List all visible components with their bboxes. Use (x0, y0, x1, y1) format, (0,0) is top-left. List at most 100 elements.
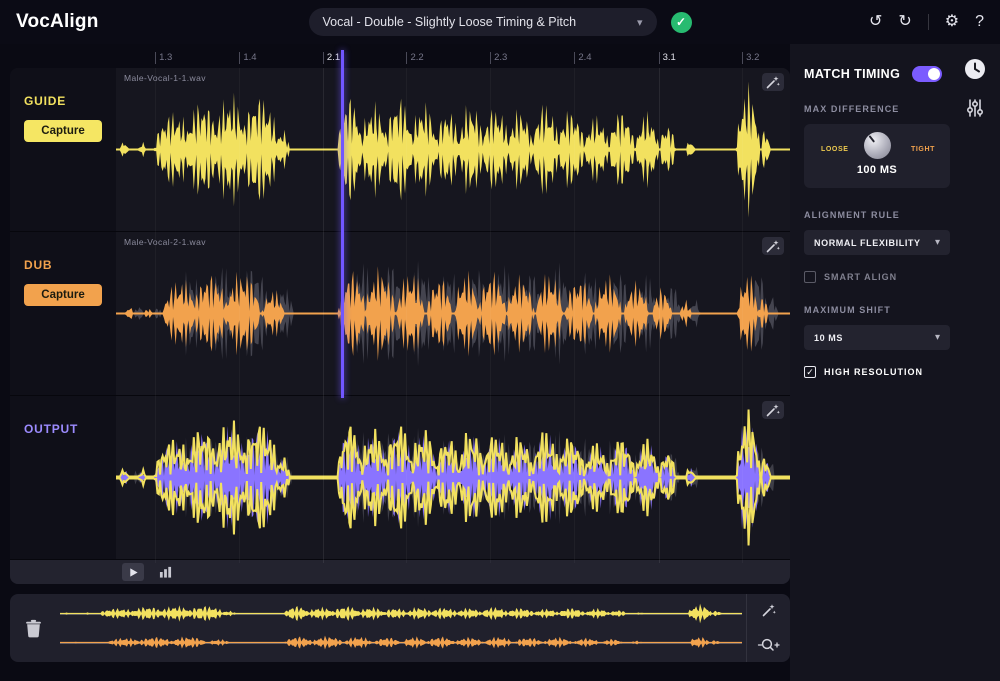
ruler-tick: 1.4 (239, 52, 256, 64)
ruler-tick: 2.3 (490, 52, 507, 64)
smart-align-checkbox[interactable]: SMART ALIGN (804, 271, 986, 283)
sidebar: MATCH TIMING MAX DIFFERENCE LOOSE TIGHT … (790, 44, 1000, 681)
max-difference-knob[interactable] (864, 132, 891, 159)
redo-button[interactable]: ↻ (898, 14, 911, 30)
sidebar-icons (962, 56, 988, 120)
header-actions: ↺ ↻ ⚙ ? (814, 14, 984, 30)
ruler-tick: 2.1 (323, 52, 340, 64)
overview-waveform-dub (60, 630, 742, 655)
play-icon (128, 567, 139, 578)
maximum-shift-select[interactable]: 10 MS ▾ (804, 325, 950, 350)
track-dub-waveform[interactable]: Male-Vocal-2-1.wav (116, 232, 790, 395)
waveform-path (60, 604, 742, 624)
zoom-control[interactable] (755, 635, 783, 655)
checkbox-unchecked (804, 271, 816, 283)
alignment-rule-label: ALIGNMENT RULE (804, 210, 986, 220)
wand-icon (766, 239, 780, 253)
preset-dropdown[interactable]: Vocal - Double - Slightly Loose Timing &… (309, 8, 657, 36)
track-dub: DUB Capture Male-Vocal-2-1.wav (10, 232, 790, 396)
transport-bar (10, 560, 790, 584)
alignment-rule-select[interactable]: NORMAL FLEXIBILITY ▾ (804, 230, 950, 255)
help-button[interactable]: ? (975, 14, 984, 30)
waveform-guide (116, 68, 790, 231)
align-button[interactable] (760, 601, 778, 619)
toggle-knob (928, 68, 940, 80)
editor-area: 1.3 1.4 2.1 2.2 2.3 2.4 3.1 3.2 GUIDE Capture M… (0, 44, 790, 681)
header: VocAlign Vocal - Double - Slightly Loose… (0, 0, 1000, 44)
match-timing-row: MATCH TIMING (804, 66, 986, 82)
match-timing-toggle[interactable] (912, 66, 942, 82)
energy-profile-button[interactable] (762, 73, 784, 91)
tight-label: TIGHT (911, 146, 935, 153)
sliders-icon (966, 98, 984, 118)
waveform-path (116, 266, 790, 361)
waveform-path (116, 426, 790, 529)
play-button[interactable] (122, 563, 144, 581)
checkbox-checked: ✓ (804, 366, 816, 378)
wand-icon (766, 403, 780, 417)
timeline-ruler: 1.3 1.4 2.1 2.2 2.3 2.4 3.1 3.2 (116, 50, 790, 68)
preset-label: Vocal - Double - Slightly Loose Timing &… (323, 15, 577, 29)
status-ok-icon: ✓ (671, 12, 692, 33)
waveform-output (116, 396, 790, 559)
history-button[interactable] (962, 56, 988, 82)
waveform-path (60, 636, 742, 650)
max-difference-panel: LOOSE TIGHT 100 MS (804, 124, 950, 188)
energy-profile-button[interactable] (762, 401, 784, 419)
capture-button-dub[interactable]: Capture (24, 284, 102, 306)
overview-panel (10, 594, 790, 662)
ruler-tick: 2.4 (574, 52, 591, 64)
track-output: OUTPUT (10, 396, 790, 560)
track-name: GUIDE (24, 94, 66, 108)
alignment-rule-value: NORMAL FLEXIBILITY (814, 238, 921, 248)
overview-guide-row (60, 601, 742, 626)
advanced-settings-button[interactable] (964, 96, 986, 120)
app-logo: VocAlign (16, 11, 186, 33)
max-difference-value: 100 MS (857, 164, 897, 176)
loose-label: LOOSE (821, 146, 849, 153)
undo-button[interactable]: ↺ (869, 14, 882, 30)
ruler-tick: 3.2 (742, 52, 759, 64)
header-center: Vocal - Double - Slightly Loose Timing &… (186, 8, 814, 36)
match-timing-label: MATCH TIMING (804, 67, 900, 81)
chevron-down-icon: ▾ (637, 16, 643, 29)
clock-icon (964, 58, 986, 80)
content: 1.3 1.4 2.1 2.2 2.3 2.4 3.1 3.2 GUIDE Capture M… (0, 44, 1000, 681)
track-guide-waveform[interactable]: Male-Vocal-1-1.wav (116, 68, 790, 231)
chevron-down-icon: ▾ (935, 237, 940, 248)
tracks-panel: GUIDE Capture Male-Vocal-1-1.wav DUB (10, 68, 790, 584)
waveform-path (116, 82, 790, 218)
settings-button[interactable]: ⚙ (945, 14, 959, 30)
maximum-shift-label: MAXIMUM SHIFT (804, 305, 986, 315)
max-difference-label: MAX DIFFERENCE (804, 104, 986, 114)
ruler-tick: 3.1 (659, 52, 676, 64)
trash-icon (25, 619, 42, 638)
clear-audio-button[interactable] (23, 617, 44, 640)
track-filename: Male-Vocal-2-1.wav (124, 237, 206, 247)
wand-icon (762, 603, 776, 617)
ruler-tick: 1.3 (155, 52, 172, 64)
maximum-shift-value: 10 MS (814, 333, 843, 343)
track-name: OUTPUT (24, 422, 78, 436)
high-resolution-label: HIGH RESOLUTION (824, 367, 923, 377)
track-output-header: OUTPUT (10, 396, 116, 559)
capture-button-guide[interactable]: Capture (24, 120, 102, 142)
overview-waveforms[interactable] (56, 594, 746, 662)
levels-button[interactable] (154, 563, 176, 581)
playhead[interactable] (341, 50, 344, 398)
smart-align-label: SMART ALIGN (824, 272, 897, 282)
bar-chart-icon (159, 566, 172, 578)
track-filename: Male-Vocal-1-1.wav (124, 73, 206, 83)
high-resolution-checkbox[interactable]: ✓ HIGH RESOLUTION (804, 366, 986, 378)
overview-dub-row (60, 630, 742, 655)
overview-waveform-guide (60, 601, 742, 626)
vocalign-window: VocAlign Vocal - Double - Slightly Loose… (0, 0, 1000, 681)
track-dub-header: DUB Capture (10, 232, 116, 395)
waveform-dub (116, 232, 790, 395)
chevron-down-icon: ▾ (935, 332, 940, 343)
track-output-waveform[interactable] (116, 396, 790, 559)
ruler-tick: 2.2 (406, 52, 423, 64)
track-name: DUB (24, 258, 52, 272)
energy-profile-button[interactable] (762, 237, 784, 255)
track-guide: GUIDE Capture Male-Vocal-1-1.wav (10, 68, 790, 232)
